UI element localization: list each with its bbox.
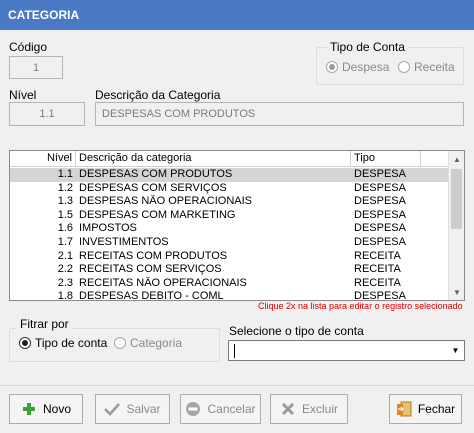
- salvar-label: Salvar: [126, 402, 161, 416]
- x-icon: [280, 401, 296, 417]
- nivel-cell: 2.1: [57, 249, 73, 262]
- list-item[interactable]: 1.3 DESPESAS NÃO OPERACIONAIS DESPESA: [10, 195, 450, 209]
- list-item[interactable]: 1.1 DESPESAS COM PRODUTOS DESPESA: [10, 168, 450, 182]
- list-scrollbar[interactable]: ▲ ▼: [448, 151, 464, 300]
- list-item[interactable]: 2.3 RECEITAS NÃO OPERACIONAIS RECEITA: [10, 277, 450, 291]
- radio-categoria[interactable]: Categoria: [114, 336, 182, 350]
- descricao-cell: DESPESAS NÃO OPERACIONAIS: [79, 195, 252, 208]
- nivel-cell: 1.6: [57, 222, 73, 235]
- radio-tipo-conta-label: Tipo de conta: [35, 336, 108, 350]
- select-tipo-combo[interactable]: ▼: [228, 340, 465, 361]
- tipo-cell: RECEITA: [354, 263, 401, 276]
- list-item[interactable]: 1.5 DESPESAS COM MARKETING DESPESA: [10, 209, 450, 223]
- categoria-list[interactable]: Nível Descrição da categoria Tipo 1.1 DES…: [9, 150, 465, 301]
- tipo-cell: DESPESA: [354, 235, 406, 248]
- col-header-descricao[interactable]: Descrição da categoria: [76, 151, 351, 166]
- salvar-button[interactable]: Salvar: [95, 394, 170, 424]
- list-item[interactable]: 1.8 DESPESAS DEBITO - COML DESPESA: [10, 290, 450, 301]
- cancelar-label: Cancelar: [207, 402, 256, 416]
- tipo-cell: DESPESA: [354, 181, 406, 194]
- col-header-tipo[interactable]: Tipo: [351, 151, 421, 166]
- nivel-cell: 2.2: [57, 263, 73, 276]
- tipo-cell: DESPESA: [354, 290, 406, 301]
- filtrar-title: Fitrar por: [17, 317, 72, 331]
- cancelar-button[interactable]: Cancelar: [180, 394, 261, 424]
- radio-receita[interactable]: Receita: [398, 60, 455, 74]
- descricao-cell: DESPESAS COM PRODUTOS: [79, 168, 233, 180]
- descricao-cell: RECEITAS NÃO OPERACIONAIS: [79, 276, 247, 289]
- nivel-cell: 1.8: [57, 290, 73, 301]
- list-item[interactable]: 1.6 IMPOSTOS DESPESA: [10, 222, 450, 236]
- novo-button[interactable]: Novo: [9, 394, 83, 424]
- radio-despesa-dot: [326, 61, 338, 73]
- col-header-nivel[interactable]: Nível: [10, 151, 76, 166]
- exit-door-icon: [396, 401, 412, 417]
- tipo-cell: DESPESA: [354, 222, 406, 235]
- descricao-cell: IMPOSTOS: [79, 222, 137, 235]
- nivel-label: Nível: [9, 88, 37, 102]
- list-item[interactable]: 2.1 RECEITAS COM PRODUTOS RECEITA: [10, 250, 450, 264]
- radio-tipo-conta-dot: [19, 337, 31, 349]
- nivel-cell: 1.7: [57, 235, 73, 248]
- bottom-separator: [0, 385, 474, 386]
- list-item[interactable]: 2.2 RECEITAS COM SERVIÇOS RECEITA: [10, 263, 450, 277]
- nivel-field[interactable]: 1.1: [9, 102, 85, 126]
- descricao-label: Descrição da Categoria: [95, 88, 221, 102]
- select-tipo-label: Selecione o tipo de conta: [229, 324, 364, 338]
- list-item[interactable]: 1.2 DESPESAS COM SERVIÇOS DESPESA: [10, 182, 450, 196]
- list-hint: Clique 2x na lista para editar o registr…: [258, 301, 463, 311]
- radio-despesa[interactable]: Despesa: [326, 60, 389, 74]
- check-icon: [104, 401, 121, 417]
- text-caret: [234, 344, 235, 358]
- descricao-cell: DESPESAS DEBITO - COML: [79, 290, 224, 301]
- radio-categoria-dot: [114, 337, 126, 349]
- radio-categoria-label: Categoria: [130, 336, 183, 350]
- tipo-cell: DESPESA: [354, 195, 406, 208]
- nivel-cell: 1.1: [57, 168, 73, 180]
- tipo-cell: RECEITA: [354, 249, 401, 262]
- descricao-cell: DESPESAS COM SERVIÇOS: [79, 181, 227, 194]
- nivel-cell: 1.5: [57, 208, 73, 221]
- novo-label: Novo: [42, 402, 71, 416]
- list-item[interactable]: 1.7 INVESTIMENTOS DESPESA: [10, 236, 450, 250]
- excluir-button[interactable]: Excluir: [270, 394, 348, 424]
- window-title: CATEGORIA: [0, 0, 474, 30]
- nivel-cell: 2.3: [57, 276, 73, 289]
- scroll-thumb[interactable]: [451, 169, 462, 229]
- descricao-field[interactable]: DESPESAS COM PRODUTOS: [95, 102, 464, 126]
- descricao-cell: DESPESAS COM MARKETING: [79, 208, 236, 221]
- scroll-up-icon[interactable]: ▲: [449, 151, 464, 167]
- fechar-label: Fechar: [417, 402, 456, 416]
- radio-receita-label: Receita: [414, 60, 455, 74]
- tipo-cell: DESPESA: [354, 208, 406, 221]
- cancel-icon: [185, 401, 201, 417]
- nivel-cell: 1.3: [57, 195, 73, 208]
- scroll-down-icon[interactable]: ▼: [449, 284, 464, 300]
- codigo-field[interactable]: 1: [9, 56, 63, 79]
- radio-tipo-conta[interactable]: Tipo de conta: [19, 336, 107, 350]
- radio-receita-dot: [398, 61, 410, 73]
- descricao-cell: RECEITAS COM PRODUTOS: [79, 249, 228, 262]
- tipo-cell: RECEITA: [354, 276, 401, 289]
- radio-despesa-label: Despesa: [342, 60, 390, 74]
- descricao-cell: RECEITAS COM SERVIÇOS: [79, 263, 222, 276]
- nivel-cell: 1.2: [57, 181, 73, 194]
- excluir-label: Excluir: [301, 402, 338, 416]
- tipo-conta-title: Tipo de Conta: [327, 40, 408, 54]
- codigo-label: Código: [9, 40, 48, 54]
- chevron-down-icon[interactable]: ▼: [447, 341, 464, 360]
- fechar-button[interactable]: Fechar: [389, 394, 462, 424]
- list-header: Nível Descrição da categoria Tipo: [10, 151, 450, 167]
- tipo-cell: DESPESA: [354, 168, 406, 180]
- descricao-cell: INVESTIMENTOS: [79, 235, 169, 248]
- plus-icon: [21, 401, 37, 417]
- list-rows: 1.1 DESPESAS COM PRODUTOS DESPESA 1.2 DESPES…: [10, 168, 450, 301]
